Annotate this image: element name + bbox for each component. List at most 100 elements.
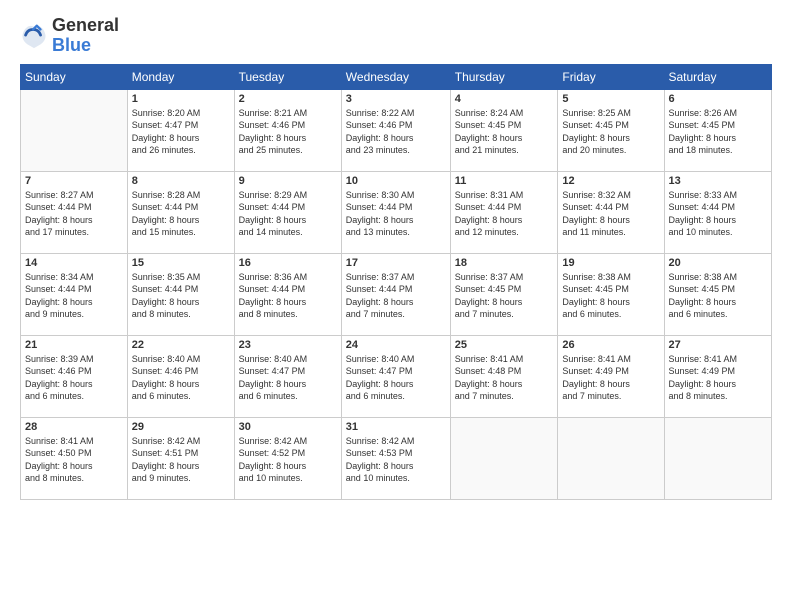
day-info: Sunrise: 8:22 AM Sunset: 4:46 PM Dayligh… <box>346 107 446 157</box>
calendar-cell: 4 Sunrise: 8:24 AM Sunset: 4:45 PM Daylig… <box>450 89 558 171</box>
weekday-header-wednesday: Wednesday <box>341 64 450 89</box>
calendar-cell: 10 Sunrise: 8:30 AM Sunset: 4:44 PM Dayli… <box>341 171 450 253</box>
day-number: 1 <box>132 93 230 105</box>
calendar-cell: 21 Sunrise: 8:39 AM Sunset: 4:46 PM Dayli… <box>21 335 128 417</box>
page-header: General Blue <box>20 16 772 56</box>
day-number: 22 <box>132 339 230 351</box>
day-number: 10 <box>346 175 446 187</box>
day-info: Sunrise: 8:33 AM Sunset: 4:44 PM Dayligh… <box>669 189 768 239</box>
day-info: Sunrise: 8:37 AM Sunset: 4:44 PM Dayligh… <box>346 271 446 321</box>
day-info: Sunrise: 8:40 AM Sunset: 4:46 PM Dayligh… <box>132 353 230 403</box>
day-number: 14 <box>25 257 123 269</box>
day-number: 30 <box>239 421 337 433</box>
calendar-cell: 26Sunrise: 8:41 AM Sunset: 4:49 PM Dayli… <box>558 335 664 417</box>
calendar-cell: 16Sunrise: 8:36 AM Sunset: 4:44 PM Dayli… <box>234 253 341 335</box>
weekday-header-saturday: Saturday <box>664 64 772 89</box>
calendar-cell: 5 Sunrise: 8:25 AM Sunset: 4:45 PM Daylig… <box>558 89 664 171</box>
day-number: 6 <box>669 93 768 105</box>
calendar-cell: 14 Sunrise: 8:34 AM Sunset: 4:44 PM Dayli… <box>21 253 128 335</box>
day-number: 21 <box>25 339 123 351</box>
day-info: Sunrise: 8:37 AM Sunset: 4:45 PM Dayligh… <box>455 271 554 321</box>
day-info: Sunrise: 8:42 AM Sunset: 4:52 PM Dayligh… <box>239 435 337 485</box>
day-info: Sunrise: 8:40 AM Sunset: 4:47 PM Dayligh… <box>239 353 337 403</box>
calendar-week-row: 14 Sunrise: 8:34 AM Sunset: 4:44 PM Dayli… <box>21 253 772 335</box>
calendar-cell: 18 Sunrise: 8:37 AM Sunset: 4:45 PM Dayli… <box>450 253 558 335</box>
calendar-cell <box>21 89 128 171</box>
day-info: Sunrise: 8:42 AM Sunset: 4:53 PM Dayligh… <box>346 435 446 485</box>
day-info: Sunrise: 8:21 AM Sunset: 4:46 PM Dayligh… <box>239 107 337 157</box>
logo-text-general: General <box>52 16 119 36</box>
weekday-header-sunday: Sunday <box>21 64 128 89</box>
day-number: 5 <box>562 93 659 105</box>
logo-icon <box>20 22 48 50</box>
calendar-cell: 25 Sunrise: 8:41 AM Sunset: 4:48 PM Dayli… <box>450 335 558 417</box>
day-info: Sunrise: 8:26 AM Sunset: 4:45 PM Dayligh… <box>669 107 768 157</box>
day-info: Sunrise: 8:20 AM Sunset: 4:47 PM Dayligh… <box>132 107 230 157</box>
calendar-week-row: 21 Sunrise: 8:39 AM Sunset: 4:46 PM Dayli… <box>21 335 772 417</box>
day-info: Sunrise: 8:41 AM Sunset: 4:49 PM Dayligh… <box>562 353 659 403</box>
calendar-cell: 28 Sunrise: 8:41 AM Sunset: 4:50 PM Dayli… <box>21 417 128 499</box>
calendar-cell: 7 Sunrise: 8:27 AM Sunset: 4:44 PM Daylig… <box>21 171 128 253</box>
day-info: Sunrise: 8:41 AM Sunset: 4:48 PM Dayligh… <box>455 353 554 403</box>
calendar-cell: 1 Sunrise: 8:20 AM Sunset: 4:47 PM Daylig… <box>127 89 234 171</box>
day-info: Sunrise: 8:32 AM Sunset: 4:44 PM Dayligh… <box>562 189 659 239</box>
calendar-cell: 24Sunrise: 8:40 AM Sunset: 4:47 PM Dayli… <box>341 335 450 417</box>
day-info: Sunrise: 8:31 AM Sunset: 4:44 PM Dayligh… <box>455 189 554 239</box>
day-number: 4 <box>455 93 554 105</box>
day-number: 25 <box>455 339 554 351</box>
logo-text-blue: Blue <box>52 36 119 56</box>
day-number: 19 <box>562 257 659 269</box>
calendar-cell <box>664 417 772 499</box>
day-info: Sunrise: 8:24 AM Sunset: 4:45 PM Dayligh… <box>455 107 554 157</box>
day-number: 8 <box>132 175 230 187</box>
logo: General Blue <box>20 16 119 56</box>
calendar-cell: 22 Sunrise: 8:40 AM Sunset: 4:46 PM Dayli… <box>127 335 234 417</box>
day-number: 27 <box>669 339 768 351</box>
day-info: Sunrise: 8:42 AM Sunset: 4:51 PM Dayligh… <box>132 435 230 485</box>
day-info: Sunrise: 8:36 AM Sunset: 4:44 PM Dayligh… <box>239 271 337 321</box>
day-number: 13 <box>669 175 768 187</box>
day-number: 3 <box>346 93 446 105</box>
calendar-cell: 20Sunrise: 8:38 AM Sunset: 4:45 PM Dayli… <box>664 253 772 335</box>
calendar-table: SundayMondayTuesdayWednesdayThursdayFrid… <box>20 64 772 500</box>
day-number: 7 <box>25 175 123 187</box>
calendar-cell <box>558 417 664 499</box>
day-number: 9 <box>239 175 337 187</box>
day-info: Sunrise: 8:27 AM Sunset: 4:44 PM Dayligh… <box>25 189 123 239</box>
day-info: Sunrise: 8:41 AM Sunset: 4:49 PM Dayligh… <box>669 353 768 403</box>
day-number: 24 <box>346 339 446 351</box>
day-number: 31 <box>346 421 446 433</box>
day-number: 20 <box>669 257 768 269</box>
day-info: Sunrise: 8:39 AM Sunset: 4:46 PM Dayligh… <box>25 353 123 403</box>
calendar-cell: 29 Sunrise: 8:42 AM Sunset: 4:51 PM Dayli… <box>127 417 234 499</box>
day-info: Sunrise: 8:30 AM Sunset: 4:44 PM Dayligh… <box>346 189 446 239</box>
calendar-cell: 30 Sunrise: 8:42 AM Sunset: 4:52 PM Dayli… <box>234 417 341 499</box>
calendar-cell: 11Sunrise: 8:31 AM Sunset: 4:44 PM Dayli… <box>450 171 558 253</box>
day-info: Sunrise: 8:38 AM Sunset: 4:45 PM Dayligh… <box>562 271 659 321</box>
day-info: Sunrise: 8:29 AM Sunset: 4:44 PM Dayligh… <box>239 189 337 239</box>
calendar-cell: 8Sunrise: 8:28 AM Sunset: 4:44 PM Daylig… <box>127 171 234 253</box>
day-info: Sunrise: 8:34 AM Sunset: 4:44 PM Dayligh… <box>25 271 123 321</box>
weekday-header-thursday: Thursday <box>450 64 558 89</box>
calendar-cell: 17 Sunrise: 8:37 AM Sunset: 4:44 PM Dayli… <box>341 253 450 335</box>
calendar-cell <box>450 417 558 499</box>
calendar-cell: 9 Sunrise: 8:29 AM Sunset: 4:44 PM Daylig… <box>234 171 341 253</box>
calendar-cell: 31 Sunrise: 8:42 AM Sunset: 4:53 PM Dayli… <box>341 417 450 499</box>
day-number: 29 <box>132 421 230 433</box>
day-info: Sunrise: 8:25 AM Sunset: 4:45 PM Dayligh… <box>562 107 659 157</box>
calendar-cell: 15Sunrise: 8:35 AM Sunset: 4:44 PM Dayli… <box>127 253 234 335</box>
weekday-header-friday: Friday <box>558 64 664 89</box>
calendar-cell: 27 Sunrise: 8:41 AM Sunset: 4:49 PM Dayli… <box>664 335 772 417</box>
calendar-cell: 13 Sunrise: 8:33 AM Sunset: 4:44 PM Dayli… <box>664 171 772 253</box>
calendar-week-row: 1 Sunrise: 8:20 AM Sunset: 4:47 PM Daylig… <box>21 89 772 171</box>
day-number: 12 <box>562 175 659 187</box>
day-number: 18 <box>455 257 554 269</box>
day-number: 28 <box>25 421 123 433</box>
weekday-header-monday: Monday <box>127 64 234 89</box>
day-number: 17 <box>346 257 446 269</box>
day-info: Sunrise: 8:41 AM Sunset: 4:50 PM Dayligh… <box>25 435 123 485</box>
day-number: 15 <box>132 257 230 269</box>
calendar-cell: 3 Sunrise: 8:22 AM Sunset: 4:46 PM Daylig… <box>341 89 450 171</box>
calendar-cell: 19 Sunrise: 8:38 AM Sunset: 4:45 PM Dayli… <box>558 253 664 335</box>
calendar-cell: 12 Sunrise: 8:32 AM Sunset: 4:44 PM Dayli… <box>558 171 664 253</box>
